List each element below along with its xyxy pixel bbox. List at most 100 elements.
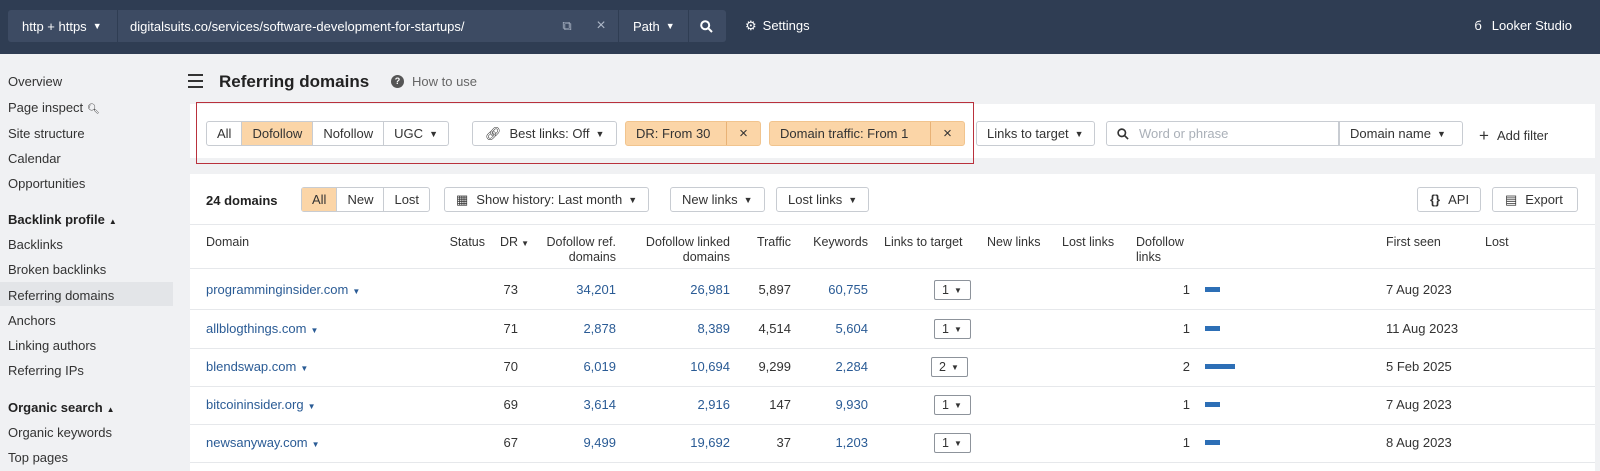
cell-keywords[interactable]: 9,930 (795, 397, 868, 412)
cell-keywords[interactable]: 2,284 (795, 359, 868, 374)
col-dofollow-ref-domains[interactable]: Dofollow ref. domains (525, 235, 616, 265)
sidebar-item-anchors[interactable]: Anchors (8, 313, 56, 328)
cell-dofollow-linked-domains[interactable]: 26,981 (620, 282, 730, 297)
col-dofollow-links[interactable]: Dofollow links (1136, 235, 1184, 265)
cell-dr: 69 (503, 397, 518, 412)
col-lost-links[interactable]: Lost links (1062, 235, 1114, 250)
clear-icon[interactable]: × (584, 17, 618, 35)
cell-dofollow-linked-domains[interactable]: 8,389 (620, 321, 730, 336)
lost-links-dropdown[interactable]: Lost links ▼ (776, 187, 870, 212)
cell-dofollow-ref-domains[interactable]: 6,019 (525, 359, 616, 374)
sidebar-item-organic-keywords[interactable]: Organic keywords (8, 425, 112, 440)
new-links-dropdown[interactable]: New links ▼ (670, 187, 765, 212)
cell-dofollow-ref-domains[interactable]: 3,614 (525, 397, 616, 412)
col-dofollow-linked-domains[interactable]: Dofollow linked domains (620, 235, 730, 265)
export-button[interactable]: ▤ Export (1492, 187, 1578, 212)
sidebar-item-site-structure[interactable]: Site structure (8, 126, 85, 141)
col-first-seen[interactable]: First seen (1386, 235, 1441, 250)
chevron-down-icon: ▼ (953, 285, 962, 295)
col-new-links[interactable]: New links (987, 235, 1041, 250)
sidebar-section-organic-search[interactable]: Organic search ▲ (8, 400, 115, 415)
sidebar-item-backlinks[interactable]: Backlinks (8, 237, 63, 252)
search-scope-dropdown[interactable]: Domain name ▼ (1339, 121, 1463, 146)
api-label: API (1448, 192, 1470, 207)
status-tab-new[interactable]: New (337, 188, 385, 211)
cell-dr: 67 (503, 435, 518, 450)
links-to-target-dropdown[interactable]: Links to target ▼ (976, 121, 1095, 146)
how-to-use-link[interactable]: ? How to use (391, 74, 477, 89)
sidebar-item-calendar[interactable]: Calendar (8, 151, 61, 166)
col-keywords[interactable]: Keywords (795, 235, 868, 250)
status-tab-all[interactable]: All (302, 188, 338, 211)
domain-link[interactable]: blendswap.com (206, 359, 296, 374)
divider (190, 268, 1595, 269)
links-to-target-select[interactable]: 1 ▼ (934, 319, 971, 339)
history-dropdown[interactable]: ▦ Show history: Last month ▼ (444, 187, 650, 212)
domain-link[interactable]: bitcoininsider.org (206, 397, 304, 412)
sidebar-item-top-pages[interactable]: Top pages (8, 450, 68, 465)
sidebar-item-referring-domains[interactable]: Referring domains (8, 288, 114, 303)
status-tab-lost[interactable]: Lost (384, 188, 429, 211)
chevron-down-icon: ▼ (311, 440, 320, 449)
cell-dofollow-linked-domains[interactable]: 10,694 (620, 359, 730, 374)
cell-traffic: 37 (776, 435, 791, 450)
col-traffic[interactable]: Traffic (740, 235, 791, 250)
col-label-line2: links (1136, 250, 1162, 264)
url-input[interactable]: digitalsuits.co/services/software-develo… (118, 19, 550, 34)
settings-label: Settings (762, 18, 810, 33)
domain-link[interactable]: newsanyway.com (206, 435, 308, 450)
cell-first-seen: 8 Aug 2023 (1386, 435, 1452, 450)
looker-studio-button[interactable]: б Looker Studio (1474, 18, 1572, 33)
links-to-target-select[interactable]: 2 ▼ (931, 357, 968, 377)
cell-keywords[interactable]: 1,203 (795, 435, 868, 450)
search-scope-label: Domain name (1350, 126, 1431, 141)
sidebar-item-broken-backlinks[interactable]: Broken backlinks (8, 262, 106, 277)
search-icon: 🔍︎ (87, 104, 100, 115)
col-links-to-target[interactable]: Links to target (884, 235, 963, 250)
dofollow-links-bar (1205, 402, 1220, 407)
chevron-down-icon: ▼ (665, 21, 675, 31)
cell-domain[interactable]: bitcoininsider.org ▼ (206, 397, 315, 412)
domain-link[interactable]: programminginsider.com (206, 282, 348, 297)
path-mode-dropdown[interactable]: Path ▼ (618, 10, 688, 42)
cell-dofollow-ref-domains[interactable]: 2,878 (525, 321, 616, 336)
api-button[interactable]: {} API (1417, 187, 1481, 212)
search-icon (1117, 127, 1129, 140)
links-to-target-select[interactable]: 1 ▼ (934, 280, 971, 300)
search-button[interactable] (688, 10, 724, 42)
cell-dofollow-ref-domains[interactable]: 34,201 (525, 282, 616, 297)
chevron-down-icon: ▼ (1436, 128, 1446, 139)
settings-button[interactable]: ⚙ Settings (745, 18, 810, 34)
cell-dofollow-linked-domains[interactable]: 2,916 (620, 397, 730, 412)
sidebar-item-opportunities[interactable]: Opportunities (8, 176, 85, 191)
gear-icon: ⚙ (745, 18, 757, 33)
cell-dofollow-linked-domains[interactable]: 19,692 (620, 435, 730, 450)
cell-keywords[interactable]: 60,755 (795, 282, 868, 297)
links-to-target-select[interactable]: 1 ▼ (934, 433, 971, 453)
search-input[interactable] (1139, 126, 1319, 141)
sidebar-item-referring-ips[interactable]: Referring IPs (8, 363, 84, 378)
open-link-icon[interactable]: ⧉ (550, 18, 584, 34)
divider (190, 224, 1595, 225)
sidebar-section-backlink-profile[interactable]: Backlink profile ▲ (8, 212, 117, 227)
sidebar-item-overview[interactable]: Overview (8, 74, 62, 89)
protocol-dropdown[interactable]: http + https ▼ (8, 10, 118, 42)
cell-domain[interactable]: newsanyway.com ▼ (206, 435, 320, 450)
col-status[interactable]: Status (430, 235, 485, 250)
cell-dr: 73 (503, 282, 518, 297)
col-lost[interactable]: Lost (1485, 235, 1509, 250)
cell-traffic: 4,514 (758, 321, 791, 336)
col-domain[interactable]: Domain (206, 235, 249, 250)
menu-icon[interactable] (188, 74, 203, 92)
sidebar-item-linking-authors[interactable]: Linking authors (8, 338, 96, 353)
links-to-target-select[interactable]: 1 ▼ (934, 395, 971, 415)
cell-keywords[interactable]: 5,604 (795, 321, 868, 336)
cell-domain[interactable]: allblogthings.com ▼ (206, 321, 318, 336)
add-filter-button[interactable]: + Add filter (1479, 126, 1548, 146)
domain-link[interactable]: allblogthings.com (206, 321, 306, 336)
cell-dofollow-ref-domains[interactable]: 9,499 (525, 435, 616, 450)
cell-domain[interactable]: blendswap.com ▼ (206, 359, 308, 374)
sidebar-item-page-inspect[interactable]: Page inspect 🔍︎ (8, 100, 100, 115)
row-divider (190, 386, 1595, 387)
cell-domain[interactable]: programminginsider.com ▼ (206, 282, 360, 297)
